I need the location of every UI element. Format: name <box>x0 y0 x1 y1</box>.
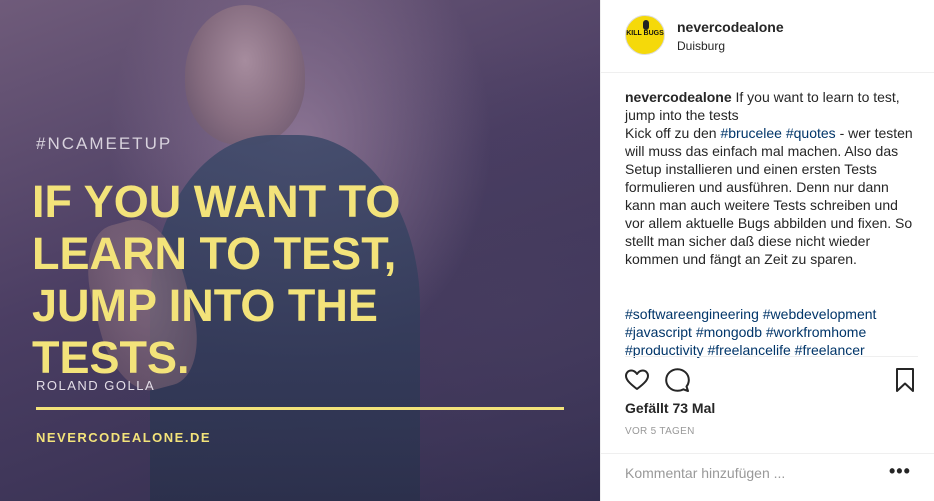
hashtag-link-quotes[interactable]: #quotes <box>786 125 836 141</box>
image-quote: IF YOU WANT TO LEARN TO TEST, JUMP INTO … <box>32 176 572 384</box>
more-options-icon[interactable]: ••• <box>889 462 911 480</box>
quote-line: TESTS. <box>32 332 190 383</box>
caption-body: - wer testen will muss das einfach mal m… <box>625 125 913 267</box>
hashtag-list: #softwareengineering #webdevelopment #ja… <box>625 305 915 359</box>
bookmark-icon[interactable] <box>891 366 919 394</box>
image-divider <box>36 407 564 410</box>
like-count[interactable]: Gefällt 73 Mal <box>625 400 715 416</box>
section-divider <box>625 356 918 357</box>
image-website: NEVERCODEALONE.DE <box>36 430 212 445</box>
avatar[interactable]: KILL BUGS <box>625 15 665 55</box>
post-header: KILL BUGS nevercodealone Duisburg <box>601 0 934 73</box>
quote-author: ROLAND GOLLA <box>36 378 156 393</box>
location-link[interactable]: Duisburg <box>677 39 725 53</box>
avatar-text: KILL BUGS <box>626 30 664 37</box>
hashtag-link[interactable]: #javascript <box>625 324 692 340</box>
image-hashtag: #NCAMEETUP <box>36 134 173 153</box>
quote-line: IF YOU WANT TO <box>32 176 401 227</box>
comment-input[interactable] <box>625 462 875 484</box>
avatar-figure-icon <box>643 20 649 30</box>
post-image[interactable]: #NCAMEETUP IF YOU WANT TO LEARN TO TEST,… <box>0 0 600 501</box>
comment-divider <box>601 453 934 454</box>
caption: nevercodealone If you want to learn to t… <box>625 88 915 268</box>
person-head-shape <box>185 5 305 145</box>
caption-kickoff: Kick off zu den <box>625 125 717 141</box>
caption-username-link[interactable]: nevercodealone <box>625 89 732 105</box>
hashtag-link[interactable]: #webdevelopment <box>763 306 877 322</box>
comment-bubble-icon[interactable] <box>663 366 691 394</box>
hashtag-link[interactable]: #mongodb <box>696 324 762 340</box>
quote-line: LEARN TO TEST, <box>32 228 397 279</box>
heart-icon[interactable] <box>623 366 651 394</box>
header-username-link[interactable]: nevercodealone <box>677 19 784 35</box>
action-bar <box>625 366 919 394</box>
hashtag-link-brucelee[interactable]: #brucelee <box>720 125 782 141</box>
hashtag-link[interactable]: #softwareengineering <box>625 306 759 322</box>
post-panel: KILL BUGS nevercodealone Duisburg neverc… <box>600 0 934 501</box>
post-timestamp[interactable]: VOR 5 TAGEN <box>625 426 695 437</box>
quote-line: JUMP INTO THE <box>32 280 378 331</box>
hashtag-link[interactable]: #workfromhome <box>766 324 866 340</box>
